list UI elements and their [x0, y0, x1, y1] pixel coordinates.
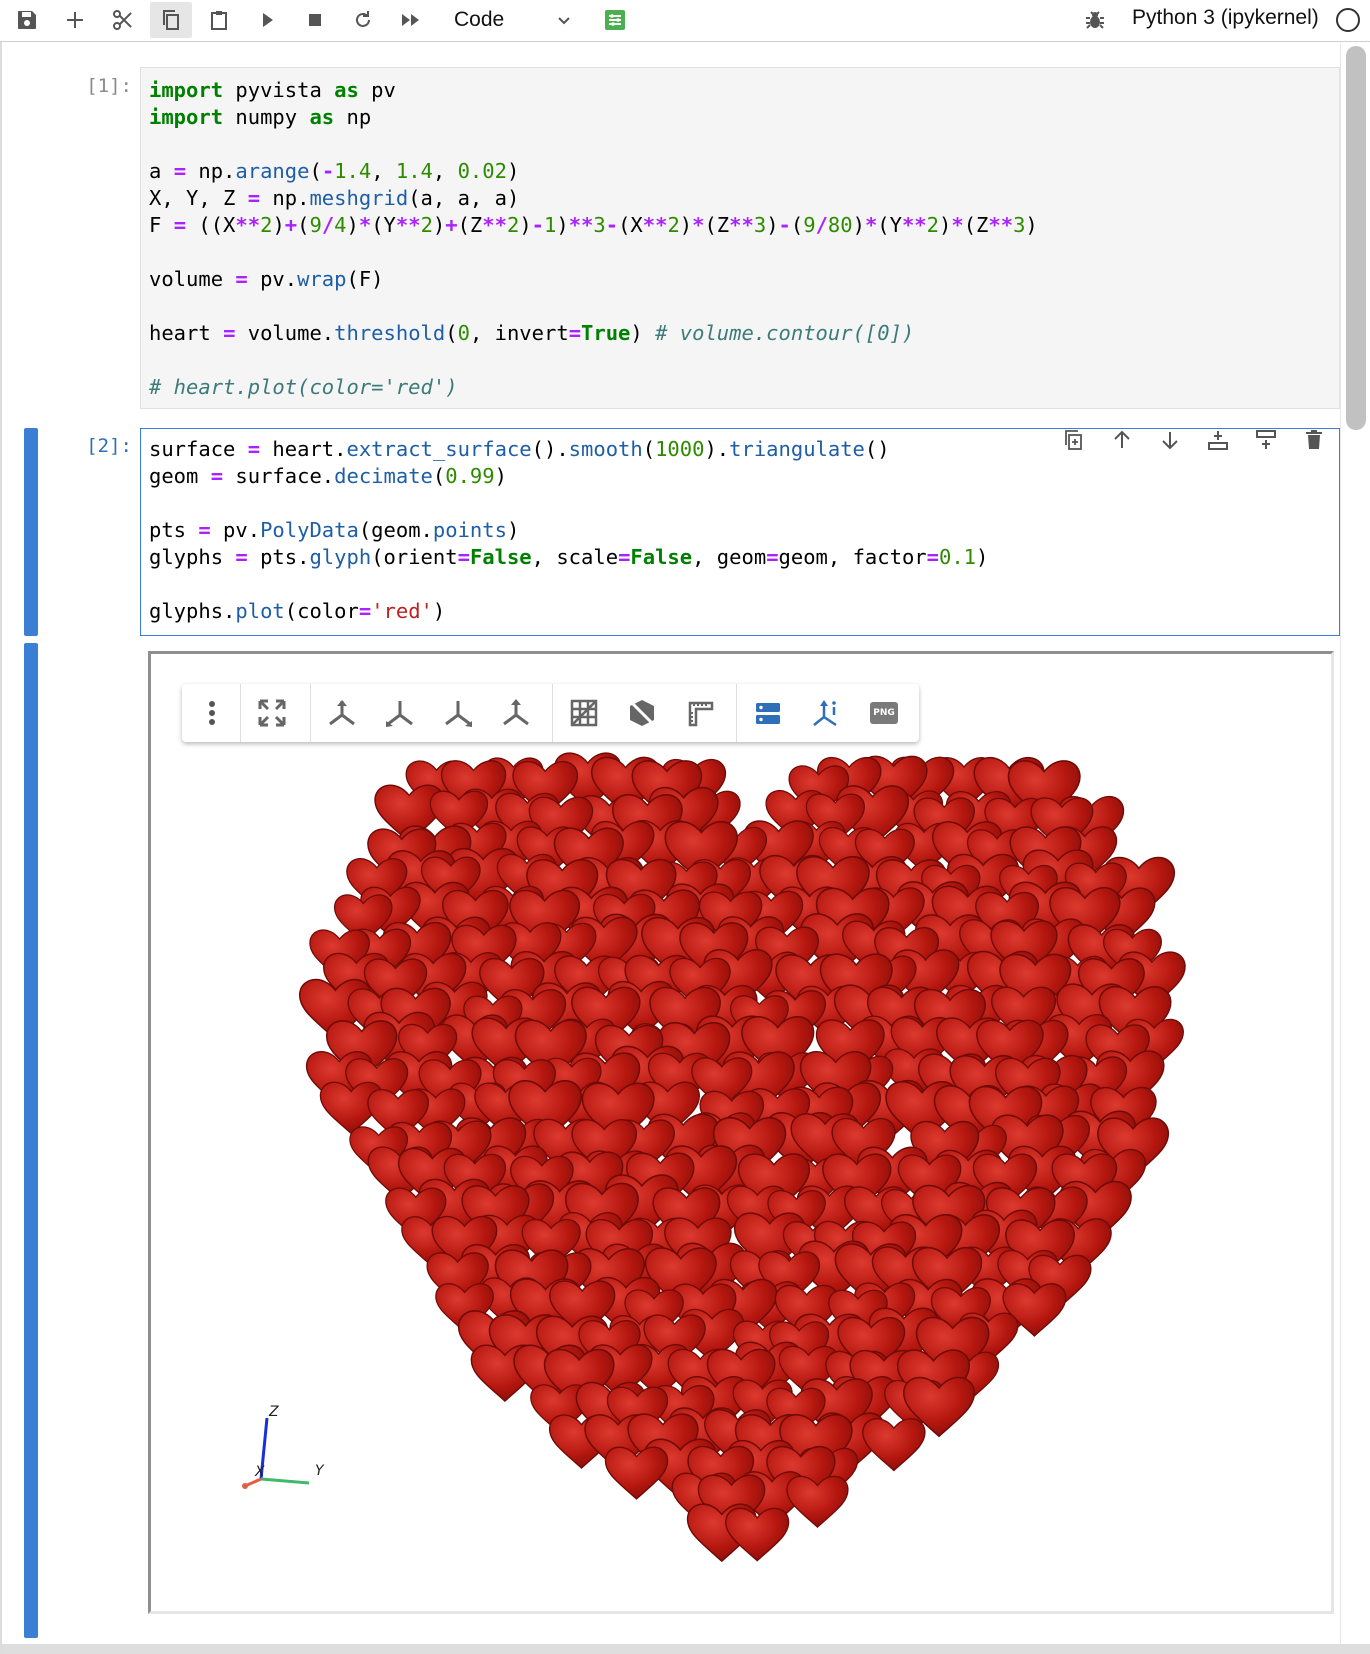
- render-window[interactable]: Z Y X: [148, 651, 1334, 1614]
- copy-button[interactable]: [150, 2, 192, 38]
- view-y-button[interactable]: [378, 691, 422, 735]
- move-down-button[interactable]: [1154, 424, 1186, 456]
- menu-button[interactable]: [190, 691, 234, 735]
- code-line: glyphs = pts.glyph(orient=False, scale=F…: [149, 545, 989, 569]
- axis-label-z: Z: [269, 1404, 279, 1420]
- restart-button[interactable]: [342, 2, 384, 38]
- cell-type-label: Code: [454, 8, 505, 31]
- code-line: import pyvista as pv: [149, 78, 396, 102]
- cut-button[interactable]: [102, 2, 144, 38]
- orientation-axes: [242, 1417, 310, 1489]
- save-icon: [18, 11, 36, 29]
- ruler-button[interactable]: [678, 691, 722, 735]
- cell-collapser[interactable]: [24, 428, 38, 636]
- restart-icon: [356, 11, 370, 27]
- bug-icon: [1086, 11, 1104, 29]
- view-minus-z-button[interactable]: [494, 691, 538, 735]
- code-line: volume = pv.wrap(F): [149, 267, 384, 291]
- run-button[interactable]: [246, 2, 288, 38]
- toggle-grid-icon: [570, 699, 598, 727]
- property-inspector-icon: [605, 10, 625, 30]
- axes-button[interactable]: [804, 691, 848, 735]
- code-editor-cell-1[interactable]: import pyvista as pv import numpy as np …: [140, 67, 1340, 409]
- view-minus-z-icon: [503, 699, 529, 726]
- run-all-button[interactable]: [390, 2, 432, 38]
- delete-cell-button[interactable]: [1298, 424, 1330, 456]
- code-line: a = np.arange(-1.4, 1.4, 0.02): [149, 159, 520, 183]
- cell-prompt: [1]:: [86, 75, 132, 97]
- axis-label-x: X: [255, 1464, 265, 1480]
- code-line: surface = heart.extract_surface().smooth…: [149, 437, 890, 461]
- stop-icon: [309, 14, 321, 26]
- server-rendering-button[interactable]: [746, 691, 790, 735]
- code-line: pts = pv.PolyData(geom.points): [149, 518, 520, 542]
- delete-cell-icon: [1306, 430, 1322, 449]
- reset-camera-button[interactable]: [250, 691, 294, 735]
- cut-icon: [113, 10, 132, 30]
- duplicate-cell-button[interactable]: [1058, 424, 1090, 456]
- cell-type-select[interactable]: Code: [444, 4, 580, 36]
- kernel-idle-circle-icon: [1336, 8, 1360, 32]
- save-button[interactable]: [6, 2, 48, 38]
- add-cell-icon: [67, 12, 83, 28]
- horizontal-scrollbar[interactable]: [2, 1644, 1370, 1654]
- debugger-button[interactable]: [1074, 2, 1116, 38]
- output-collapser[interactable]: [24, 643, 38, 1638]
- insert-above-icon: [1208, 431, 1228, 450]
- axis-label-y: Y: [315, 1463, 324, 1479]
- code-line: glyphs.plot(color='red'): [149, 599, 446, 623]
- property-inspector-button[interactable]: [594, 2, 636, 38]
- heart-glyph: [725, 1507, 790, 1562]
- toggle-grid-button[interactable]: [562, 691, 606, 735]
- view-x-icon: [329, 700, 355, 726]
- run-icon: [263, 13, 273, 27]
- paste-icon: [211, 11, 227, 30]
- heart-glyph: [604, 1446, 669, 1500]
- code-line: heart = volume.threshold(0, invert=True)…: [149, 321, 915, 345]
- move-down-icon: [1162, 432, 1178, 450]
- heart-glyph-mesh[interactable]: [151, 654, 1331, 1611]
- view-z-button[interactable]: [436, 691, 480, 735]
- stop-button[interactable]: [294, 2, 336, 38]
- insert-below-button[interactable]: [1250, 424, 1282, 456]
- code-line: X, Y, Z = np.meshgrid(a, a, a): [149, 186, 520, 210]
- add-cell-button[interactable]: [54, 2, 96, 38]
- code-line: geom = surface.decimate(0.99): [149, 464, 507, 488]
- copy-icon: [163, 10, 179, 30]
- paste-button[interactable]: [198, 2, 240, 38]
- notebook-toolbar: Code Python 3 (ipykernel): [0, 0, 1370, 42]
- run-all-icon: [402, 14, 419, 26]
- code-line: F = ((X**2)+(9/4)*(Y**2)+(Z**2)-1)**3-(X…: [149, 213, 1038, 237]
- server-rendering-icon: [756, 703, 780, 724]
- reset-camera-icon: [258, 699, 286, 727]
- chevron-down-icon: [558, 17, 570, 25]
- code-line: # heart.plot(color='red'): [149, 375, 458, 399]
- ruler-icon: [688, 701, 714, 727]
- cell-prompt: [2]:: [86, 435, 132, 457]
- move-up-button[interactable]: [1106, 424, 1138, 456]
- screenshot-png-icon: PNG: [870, 702, 898, 724]
- scrollbar[interactable]: [1340, 42, 1370, 1646]
- duplicate-cell-icon: [1065, 430, 1082, 450]
- viewer-toolbar: PNG: [182, 684, 919, 742]
- move-up-icon: [1114, 430, 1130, 448]
- toggle-visibility-icon: [627, 698, 657, 728]
- code-editor-cell-2[interactable]: surface = heart.extract_surface().smooth…: [140, 428, 1340, 636]
- menu-icon: [209, 701, 215, 725]
- view-x-button[interactable]: [320, 691, 364, 735]
- view-y-icon: [386, 701, 413, 727]
- heart-glyph: [862, 1418, 926, 1472]
- insert-below-icon: [1256, 430, 1276, 449]
- scrollbar-thumb[interactable]: [1346, 46, 1366, 430]
- axes-icon: [813, 700, 837, 727]
- code-line: import numpy as np: [149, 105, 372, 129]
- insert-above-button[interactable]: [1202, 424, 1234, 456]
- toggle-visibility-button[interactable]: [620, 691, 664, 735]
- kernel-name[interactable]: Python 3 (ipykernel): [1132, 6, 1319, 30]
- screenshot-png-button[interactable]: PNG: [862, 691, 906, 735]
- view-z-icon: [445, 701, 472, 727]
